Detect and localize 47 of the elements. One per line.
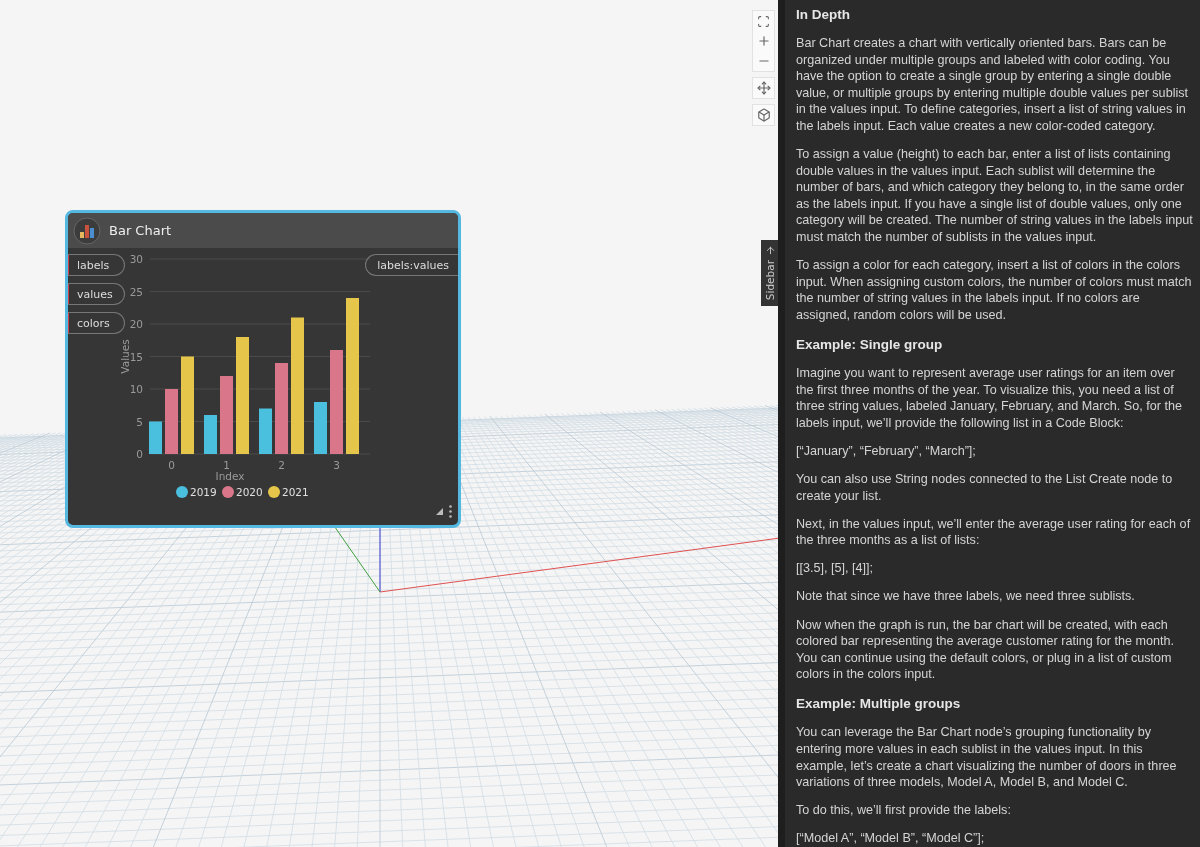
paragraph: Imagine you want to represent average user ratings for an item over the first three months of the year. To visualize this, you need a list of three string values, labeled January, February, and March. So, for the labels input, we’ll provide the following list in a Code Block:: [796, 365, 1183, 432]
input-port[interactable]: labels: [68, 254, 125, 276]
x-axis-label: Index: [215, 470, 245, 482]
paragraph: [“Model A”, “Model B”, “Model C”];: [796, 830, 986, 847]
legend-label: 2019: [190, 486, 217, 498]
paragraph: You can leverage the Bar Chart node’s grouping functionality by entering more values in each sublist in the values input. In this example, let’s create a chart visualizing the number of doors in three variations of three models, Model A, Model B, and Model C.: [796, 724, 1178, 791]
section-heading: Example: Multiple groups: [796, 695, 962, 714]
bar: [259, 408, 272, 454]
y-tick-label: 0: [136, 448, 143, 460]
sidebar-tab[interactable]: Sidebar: [761, 240, 778, 306]
paragraph: To do this, we’ll first provide the labels:: [796, 802, 1012, 819]
legend-label: 2021: [282, 486, 309, 498]
paragraph: [[3.5], [5], [4]];: [796, 560, 874, 577]
y-tick-label: 10: [129, 383, 143, 395]
paragraph: Now when the graph is run, the bar chart will be created, with each colored bar representing the average customer rating for the month. You can continue using the default colors, or plug in a list of custom colors in the colors input.: [796, 616, 1176, 683]
input-port[interactable]: colors: [68, 312, 125, 334]
section-heading: In Depth: [796, 6, 851, 24]
resize-handle-icon[interactable]: [436, 508, 443, 515]
x-tick-label: 1: [223, 459, 230, 471]
paragraph: You can also use String nodes connected to the List Create node to create your list.: [796, 470, 1174, 505]
paragraph: To assign a value (height) to each bar, enter a list of lists containing double values in the values input. Each sublist will determine the number of bars, and which category they belong to, in the same order as the labels input. If you have a single list of double values, only one category will be created. The number of string values in the labels input must match the number of sublists in the values input.: [796, 146, 1194, 246]
paragraph: [“January”, “February”, “March”];: [796, 442, 977, 460]
y-tick-label: 5: [136, 415, 143, 428]
paragraph: Next, in the values input, we’ll enter the average user rating for each of the three months as a list of lists:: [796, 515, 1192, 549]
legend-label: 2020: [236, 486, 263, 498]
paragraph: To assign a color for each category, insert a list of colors in the colors input. When assigning custom colors, the number of colors must match the number of string values in the labels input. If no colors are assigned, random colors will be used.: [796, 257, 1193, 324]
x-tick-label: 0: [168, 459, 175, 471]
y-tick-label: 25: [129, 285, 143, 298]
more-icon[interactable]: [449, 505, 452, 518]
bar: [149, 421, 162, 454]
input-port[interactable]: values: [68, 283, 125, 305]
bar-chart-icon: [73, 216, 101, 245]
node-title: Bar Chart: [109, 223, 172, 238]
bar: [204, 415, 217, 454]
y-tick-label: 20: [129, 318, 143, 330]
x-tick-label: 3: [333, 459, 340, 471]
section-heading: Example: Single group: [796, 336, 944, 354]
paragraph: Bar Chart creates a chart with vertically oriented bars. Bars can be organized under multiple groups and labeled with color coding. You have the option to create a single group by entering a single double value, or multiple groups by entering multiple double values per sublist in the values input. To define categories, insert a list of string values in the labels input. Each value creates a new color-coded category.: [796, 35, 1190, 135]
bar: [314, 402, 327, 454]
paragraph: Note that since we have three labels, we need three sublists.: [796, 588, 1136, 606]
y-axis-label: Values: [119, 339, 131, 374]
bar-chart-node[interactable]: Bar Chart 0 5 10 15 20 25 30 Values 0 1 2 3 Index 2019 2020 2021 labels values colors labels:values: [65, 210, 461, 528]
x-tick-label: 2: [278, 459, 285, 471]
bar: [165, 389, 178, 454]
arrow-icon: [764, 245, 776, 256]
y-tick-label: 15: [129, 350, 143, 363]
y-tick-label: 30: [129, 253, 143, 265]
